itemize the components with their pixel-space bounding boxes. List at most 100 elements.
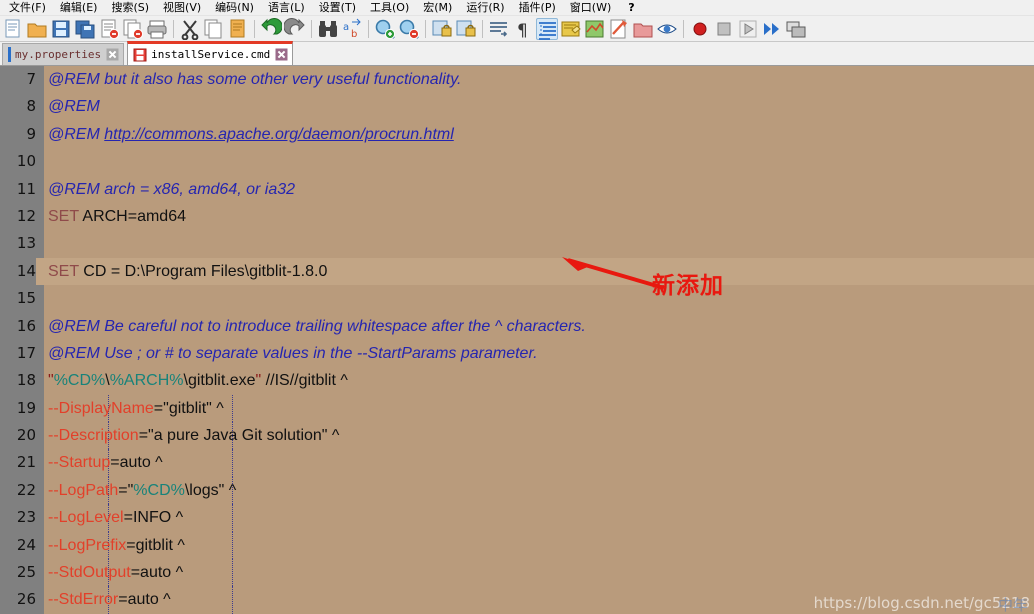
record-macro-icon[interactable]: [689, 18, 711, 40]
code-line[interactable]: 11 @REM arch = x86, amd64, or ia32: [0, 176, 1034, 203]
paste-icon[interactable]: [227, 18, 249, 40]
code-line[interactable]: 10: [0, 148, 1034, 175]
menu-item-4[interactable]: 编码(N): [208, 0, 261, 15]
menu-item-12[interactable]: ?: [618, 0, 644, 15]
line-text: --LogPath="%CD%\logs" ^: [48, 477, 236, 504]
token-cmt: @REM: [48, 125, 105, 143]
save-icon[interactable]: [50, 18, 72, 40]
code-line[interactable]: 20 --Description="a pure Java Git soluti…: [0, 422, 1034, 450]
udl-dialog-icon[interactable]: [560, 18, 582, 40]
toolbar-separator: [254, 19, 255, 38]
svg-text:b: b: [351, 29, 357, 40]
code-line[interactable]: 21 --Startup=auto ^: [0, 449, 1034, 477]
redo-icon[interactable]: [284, 17, 306, 40]
word-wrap-icon[interactable]: [488, 18, 510, 40]
line-text: --Description="a pure Java Git solution"…: [48, 422, 339, 449]
close-icon[interactable]: [275, 48, 288, 61]
code-line[interactable]: 18 "%CD%\%ARCH%\gitblit.exe" //IS//gitbli…: [0, 367, 1034, 394]
token-opt: --LogPath: [48, 481, 119, 499]
code-line[interactable]: 9 @REM http://commons.apache.org/daemon/p…: [0, 121, 1034, 148]
code-link[interactable]: http://commons.apache.org/daemon/procrun…: [104, 126, 454, 143]
menu-item-0[interactable]: 文件(F): [2, 0, 53, 15]
code-area[interactable]: 7 @REM but it also has some other very us…: [0, 66, 1034, 614]
code-editor[interactable]: 7 @REM but it also has some other very us…: [0, 66, 1034, 614]
open-file-icon[interactable]: [26, 18, 48, 40]
token-plain: =auto ^: [118, 591, 171, 609]
new-file-icon[interactable]: [2, 18, 24, 40]
zoom-out-icon[interactable]: [398, 18, 420, 40]
code-line[interactable]: 16 @REM Be careful not to introduce trail…: [0, 313, 1034, 340]
print-icon[interactable]: [146, 18, 168, 40]
tab-active[interactable]: installService.cmd: [127, 41, 294, 65]
token-plain: \gitblit.exe: [183, 372, 256, 390]
code-line[interactable]: 14 SET CD = D:\Program Files\gitblit-1.8.…: [0, 257, 1034, 286]
line-text: --StdOutput=auto ^: [48, 559, 183, 586]
sync-vertical-scroll-icon[interactable]: [431, 18, 453, 40]
monitoring-icon[interactable]: [656, 18, 678, 40]
line-number: 19: [16, 398, 36, 417]
line-number: 15: [16, 289, 36, 308]
close-file-icon[interactable]: [98, 18, 120, 40]
line-number: 11: [16, 179, 36, 198]
line-number: 18: [16, 371, 36, 390]
cut-icon[interactable]: [179, 18, 201, 40]
copy-icon[interactable]: [203, 18, 225, 40]
menu-item-8[interactable]: 宏(M): [416, 0, 459, 15]
find-icon[interactable]: [317, 18, 339, 40]
line-number: 24: [16, 535, 36, 554]
menu-item-5[interactable]: 语言(L): [261, 0, 312, 15]
play-macro-multiple-icon[interactable]: [761, 18, 783, 40]
doc-map-icon[interactable]: [584, 18, 606, 40]
tab-label: installService.cmd: [151, 48, 271, 61]
token-cmt: @REM but it also has some other very use…: [48, 71, 462, 88]
stop-macro-icon[interactable]: [713, 18, 735, 40]
menu-item-11[interactable]: 窗口(W): [563, 0, 618, 15]
menu-item-3[interactable]: 视图(V): [156, 0, 208, 15]
token-opt: --StdError: [48, 591, 119, 609]
code-line[interactable]: 17 @REM Use ; or # to separate values in …: [0, 340, 1034, 367]
token-plain: ARCH=amd64: [78, 207, 186, 225]
menu-item-9[interactable]: 运行(R): [459, 0, 511, 15]
code-line[interactable]: 8 @REM: [0, 93, 1034, 120]
menu-item-10[interactable]: 插件(P): [512, 0, 563, 15]
code-line[interactable]: 12 SET ARCH=amd64: [0, 203, 1034, 230]
menu-item-2[interactable]: 搜索(S): [104, 0, 156, 15]
play-macro-icon[interactable]: [737, 18, 759, 40]
function-list-icon[interactable]: [608, 18, 630, 40]
token-var: %CD%: [133, 481, 185, 499]
code-line[interactable]: 19 --DisplayName="gitblit" ^: [0, 394, 1034, 423]
token-plain: //IS//gitblit ^: [261, 372, 348, 390]
notepad-plus-plus-window: 文件(F) 编辑(E) 搜索(S) 视图(V) 编码(N) 语言(L) 设置(T) 工具(O)…: [0, 0, 1034, 614]
code-line[interactable]: 15: [0, 285, 1034, 312]
close-icon[interactable]: [106, 48, 119, 61]
token-plain: \logs" ^: [184, 481, 237, 499]
indent-guide-icon[interactable]: [536, 17, 558, 40]
sync-horizontal-scroll-icon[interactable]: [455, 18, 477, 40]
line-text: SET CD = D:\Program Files\gitblit-1.8.0: [48, 258, 327, 285]
save-macro-icon[interactable]: [785, 18, 807, 40]
code-line[interactable]: 7 @REM but it also has some other very us…: [0, 66, 1034, 93]
close-all-files-icon[interactable]: [122, 18, 144, 40]
tab-inactive[interactable]: my.properties: [2, 43, 125, 65]
code-line[interactable]: 23 --LogLevel=INFO ^: [0, 504, 1034, 532]
code-line[interactable]: 25 --StdOutput=auto ^: [0, 559, 1034, 587]
indent-guide: [232, 504, 234, 532]
save-all-icon[interactable]: [74, 18, 96, 40]
undo-icon[interactable]: [260, 17, 282, 40]
zoom-in-icon[interactable]: [374, 18, 396, 40]
menu-item-7[interactable]: 工具(O): [363, 0, 416, 15]
toolbar-separator: [173, 19, 174, 38]
token-plain: =INFO ^: [123, 509, 184, 527]
folder-as-workspace-icon[interactable]: [632, 18, 654, 40]
line-text: @REM Use ; or # to separate values in th…: [48, 340, 538, 367]
code-line[interactable]: 13: [0, 230, 1034, 257]
code-line[interactable]: 24 --LogPrefix=gitblit ^: [0, 531, 1034, 560]
toolbar-separator: [482, 19, 483, 38]
show-all-characters-icon[interactable]: ¶: [512, 18, 534, 40]
menu-item-6[interactable]: 设置(T): [312, 0, 363, 15]
code-line[interactable]: 22 --LogPath="%CD%\logs" ^: [0, 476, 1034, 505]
token-var: %CD%: [53, 372, 106, 390]
indent-guide: [232, 394, 234, 423]
replace-icon[interactable]: ab: [341, 18, 363, 40]
menu-item-1[interactable]: 编辑(E): [53, 0, 105, 15]
